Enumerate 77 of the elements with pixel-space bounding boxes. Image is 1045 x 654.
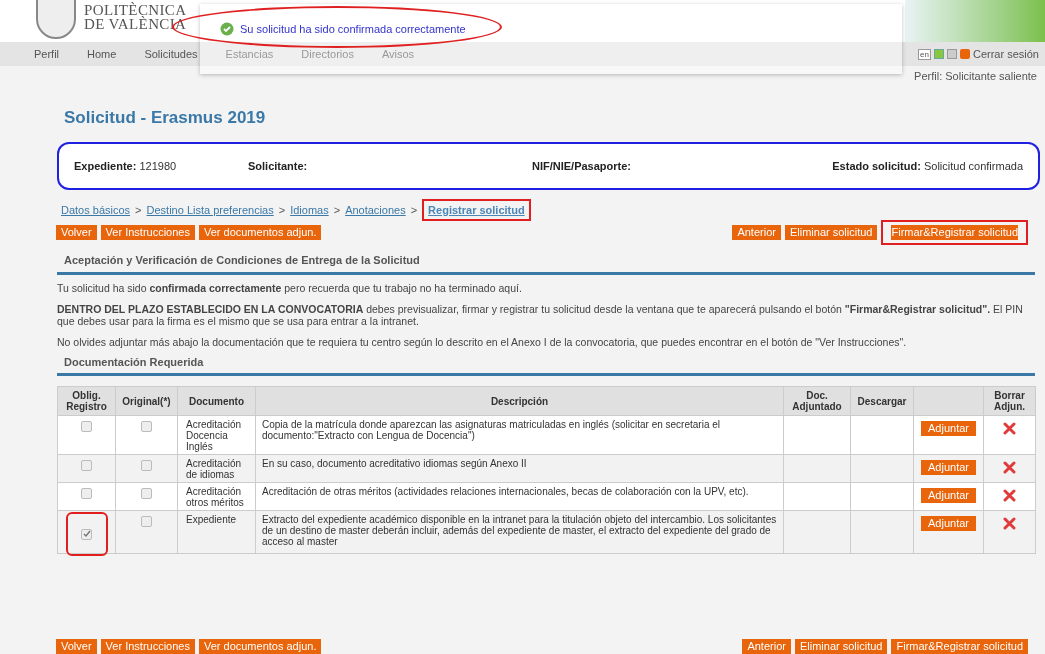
column-header: Documento [177, 386, 256, 416]
info-field: Solicitante: [248, 157, 532, 175]
column-header: Oblig. Registro [57, 386, 116, 416]
action-button[interactable]: Anterior [742, 639, 791, 654]
logo-text: POLITÈCNICA [84, 3, 187, 17]
attach-button[interactable]: Adjuntar [921, 421, 976, 436]
table-cell: Acreditación otros méritos [186, 486, 244, 508]
section-heading: Documentación Requerida [64, 354, 205, 370]
breadcrumb-separator: > [135, 202, 142, 218]
table-cell: Acreditación de idiomas [186, 458, 242, 480]
checkbox[interactable] [81, 528, 92, 540]
checkbox[interactable] [81, 488, 92, 499]
table-cell: Acreditación Docencia Inglés [186, 419, 242, 452]
action-button[interactable]: Ver Instrucciones [100, 225, 195, 240]
info-field: Estado solicitud: Solicitud confirmada [832, 157, 1023, 175]
action-button[interactable]: Firmar&Registrar solicitud [881, 220, 1028, 245]
table-cell: Copia de la matrícula donde aparezcan las asignaturas matriculadas en inglés (solicitar en secretaria el documento:"Extracto con Lengua de Docencia") [262, 419, 721, 441]
action-button[interactable]: Eliminar solicitud [794, 639, 888, 654]
check-icon [220, 22, 234, 37]
table-cell: En su caso, documento acreditativo idiomas según Anexo II [262, 458, 527, 469]
delete-icon[interactable] [1003, 460, 1016, 474]
column-header: Original(*) [115, 386, 178, 416]
info-field: NIF/NIE/Pasaporte: [532, 157, 833, 175]
breadcrumb-link[interactable]: Anotaciones [345, 201, 406, 219]
profile-label: Perfil: Solicitante saliente [914, 69, 1037, 84]
attach-button[interactable]: Adjuntar [921, 488, 976, 503]
column-header: Doc. Adjuntado [783, 386, 851, 416]
column-header: Descargar [850, 386, 914, 416]
nav-menu-item[interactable]: Perfil [34, 45, 60, 63]
nav-menu-item[interactable]: Avisos [381, 45, 415, 63]
square-icon[interactable] [933, 49, 944, 59]
checkbox[interactable] [141, 460, 152, 471]
breadcrumb-link[interactable]: Idiomas [290, 201, 329, 219]
table-cell: Acreditación de otras méritos (actividades relaciones internacionales, becas de colaboración con la UPV, etc). [262, 486, 749, 497]
breadcrumb-link[interactable]: Datos básicos [61, 201, 131, 219]
crest-logo-icon [36, 0, 76, 39]
square-icon[interactable] [946, 49, 957, 59]
checkbox[interactable] [81, 421, 92, 432]
column-header: Borrar Adjun. [983, 386, 1036, 416]
notification-message: Su solicitud ha sido confirmada correctamente [240, 22, 466, 37]
action-button[interactable]: Ver documentos adjun. [198, 225, 322, 240]
breadcrumb-separator: > [333, 202, 341, 218]
language-toggle[interactable]: en [918, 48, 931, 60]
instruction-paragraph: Tu solicitud ha sido confirmada correctamente pero recuerda que tu trabajo no ha terminado aquí. [57, 281, 523, 294]
breadcrumb-separator: > [278, 202, 286, 218]
page-title: Solicitud - Erasmus 2019 [64, 106, 267, 129]
checkbox[interactable] [141, 421, 152, 432]
logout-link[interactable]: Cerrar sesión [972, 45, 1039, 63]
table-cell: Expediente [186, 514, 237, 525]
action-button[interactable]: Ver Instrucciones [100, 639, 195, 654]
action-button[interactable]: Ver documentos adjun. [198, 639, 322, 654]
nav-menu-item[interactable]: Estancias [225, 45, 274, 63]
breadcrumb-separator: > [410, 202, 418, 218]
action-button[interactable]: Firmar&Registrar solicitud [891, 639, 1028, 654]
instruction-paragraph: DENTRO DEL PLAZO ESTABLECIDO EN LA CONVOCATORIA debes previsualizar, firmar y registrar tu solicitud desde la ventana que te aparecerá pulsando el botón "Firmar&Registrar solicitud". El PIN que debes usar para la firma es el mismo que se usa para entrar a la intranet. [57, 302, 1024, 327]
info-field: Expediente: 121980 [74, 157, 248, 175]
attach-button[interactable]: Adjuntar [921, 460, 976, 475]
delete-icon[interactable] [1003, 488, 1016, 502]
action-button[interactable]: Volver [56, 639, 97, 654]
column-header: Descripción [255, 386, 784, 416]
breadcrumb-link[interactable]: Destino Lista preferencias [146, 201, 274, 219]
checkbox[interactable] [141, 488, 152, 499]
table-cell: Extracto del expediente académico disponible en la intranet para la titulación objeto del intercambio. Los solicitantes de un destino de master deberán incluir, además del expediente de master, el extracto del expediente del grado de acceso al master [262, 514, 777, 547]
section-heading: Aceptación y Verificación de Condiciones de Entrega de la Solicitud [64, 253, 421, 268]
nav-menu-item[interactable]: Solicitudes [144, 45, 198, 63]
action-button[interactable]: Eliminar solicitud [784, 225, 878, 240]
nav-menu-item[interactable]: Home [87, 45, 117, 63]
action-button[interactable]: Volver [56, 225, 97, 240]
breadcrumb-link[interactable]: Registrar solicitud [422, 198, 531, 222]
attach-button[interactable]: Adjuntar [921, 516, 976, 531]
delete-icon[interactable] [1003, 421, 1016, 435]
checkbox[interactable] [141, 516, 152, 527]
delete-icon[interactable] [1003, 516, 1016, 530]
instruction-paragraph: No olvides adjuntar más abajo la documentación que te requiera tu centro según lo descrito en el Anexo I de la convocatoria, que puedes encontrar en el botón de "Ver Instrucciones". [57, 335, 908, 348]
checkbox[interactable] [81, 460, 92, 471]
action-button[interactable]: Anterior [732, 225, 781, 240]
nav-menu-item[interactable]: Directorios [301, 45, 354, 63]
